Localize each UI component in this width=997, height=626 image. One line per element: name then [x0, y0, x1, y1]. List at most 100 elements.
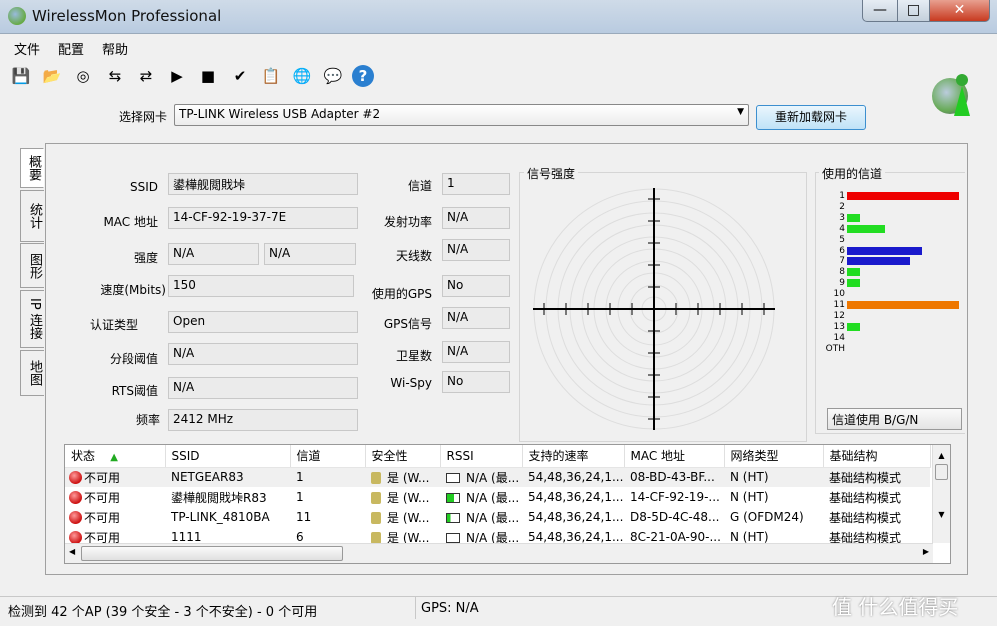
channel-label: 11 [833, 300, 845, 310]
ssid-label: SSID [129, 180, 158, 194]
cell-rates: 54,48,36,24,1... [522, 467, 624, 487]
table-row[interactable]: 不可用 鍙樺舰閲戝垰R83 1 是 (W... N/A (最... 54,48,36,24… [65, 487, 930, 507]
menu-help[interactable]: 帮助 [102, 39, 128, 58]
channel-bar-13 [847, 322, 860, 331]
status-ap-count: 检测到 42 个AP (39 个安全 - 3 个不安全) - 0 个可用 [8, 605, 318, 620]
menu-bar: 文件 配置 帮助 [0, 36, 997, 58]
channel-label: 7 [839, 256, 845, 267]
security-text: 是 (W... [387, 490, 430, 505]
close-button[interactable]: ✕ [929, 0, 990, 22]
status-bar: 检测到 42 个AP (39 个安全 - 3 个不安全) - 0 个可用 GPS… [0, 595, 997, 620]
column-header[interactable]: SSID [165, 445, 291, 468]
sort-ascending-icon: ▲ [107, 452, 118, 464]
folder-open-icon[interactable]: 📂 [41, 65, 63, 87]
column-header[interactable]: RSSI [440, 445, 523, 468]
channel-label: 6 [839, 245, 845, 256]
cell-infra: 基础结构模式 [823, 507, 930, 527]
clipboard-icon[interactable]: 📋 [260, 65, 282, 87]
table-row[interactable]: 不可用 TP-LINK_4810BA 11 是 (W... N/A (最... 54,48… [65, 507, 930, 527]
channel-bar-7 [847, 257, 910, 266]
table-row[interactable]: 不可用 NETGEAR83 1 是 (W... N/A (最... 54,48,36,24… [65, 467, 930, 487]
app-icon [8, 7, 26, 25]
chevron-down-icon: ▼ [737, 107, 744, 117]
network-disconnect-icon[interactable]: ⇄ [135, 65, 157, 87]
scroll-left-icon[interactable]: ◀ [69, 547, 75, 556]
info-bubble-icon[interactable]: 💬 [322, 65, 344, 87]
mac-text: 8C-21-0A-90-... [630, 530, 721, 544]
speed-label: 速度(Mbits) [100, 283, 166, 297]
cell-rssi: N/A (最... [440, 507, 522, 527]
target-icon[interactable]: ◎ [72, 65, 94, 87]
adapter-select[interactable]: TP-LINK Wireless USB Adapter #2 ▼ [174, 104, 749, 126]
column-header[interactable]: 安全性 [365, 445, 441, 468]
cell-channel: 1 [290, 487, 365, 507]
scroll-up-icon[interactable]: ▲ [933, 451, 950, 460]
channel-label: 13 [833, 321, 845, 332]
log-stop-icon[interactable]: ■ [197, 65, 219, 87]
rssi-bar-icon [446, 492, 460, 503]
scroll-down-icon[interactable]: ▼ [933, 510, 950, 519]
log-check-icon[interactable]: ✔ [229, 65, 251, 87]
wispy-value: No [442, 371, 510, 393]
column-header-label: 支持的速率 [528, 449, 589, 464]
log-play-icon[interactable]: ▶ [166, 65, 188, 87]
freq-label: 频率 [135, 413, 160, 427]
rssi-text: N/A (最... [466, 490, 520, 505]
menu-file[interactable]: 文件 [14, 39, 40, 58]
tab-summary[interactable]: 概要 [20, 148, 44, 188]
tab-map[interactable]: 地图 [20, 350, 44, 396]
channel-label: 14 [833, 332, 845, 343]
channel-label: 2 [839, 201, 845, 212]
column-header[interactable]: 基础结构 [823, 445, 931, 468]
column-header-label: 信道 [296, 449, 321, 464]
column-header-label: RSSI [446, 448, 474, 463]
type-text: N (HT) [730, 490, 769, 504]
horizontal-scrollbar[interactable]: ◀ ▶ [65, 543, 933, 563]
channel-label: 9 [839, 278, 845, 289]
gps-used-value: No [442, 275, 510, 297]
window-title: WirelessMon Professional [32, 7, 222, 25]
column-header[interactable]: 状态 ▲ [65, 445, 166, 468]
infra-text: 基础结构模式 [829, 470, 902, 485]
minimize-button[interactable]: — [862, 0, 898, 22]
help-icon[interactable]: ? [352, 65, 374, 87]
infra-text: 基础结构模式 [829, 490, 902, 505]
vertical-scroll-thumb[interactable] [935, 464, 948, 480]
reload-adapter-button[interactable]: 重新加载网卡 [756, 105, 866, 130]
column-header-label: SSID [171, 448, 200, 463]
save-icon[interactable]: 💾 [10, 65, 32, 87]
mac-value: 14-CF-92-19-37-7E [168, 207, 358, 229]
tab-ip-connections[interactable]: IP 连接 [20, 290, 44, 348]
tab-graph[interactable]: 图形 [20, 243, 44, 288]
column-header-label: 安全性 [371, 449, 408, 464]
menu-config[interactable]: 配置 [58, 39, 84, 58]
channel-bar-6 [847, 246, 922, 255]
column-header[interactable]: 支持的速率 [522, 445, 625, 468]
rates-text: 54,48,36,24,1... [528, 510, 624, 524]
tab-statistics[interactable]: 统计 [20, 190, 44, 242]
channel-label: 4 [839, 223, 845, 234]
column-header[interactable]: MAC 地址 [624, 445, 725, 468]
scroll-right-icon[interactable]: ▶ [923, 547, 929, 556]
vertical-scrollbar[interactable]: ▲ ▼ [932, 445, 950, 543]
channel-band-select[interactable]: 信道使用 B/G/N [827, 408, 962, 430]
cell-infra: 基础结构模式 [823, 467, 930, 487]
rssi-text: N/A (最... [466, 470, 520, 485]
horizontal-scroll-thumb[interactable] [81, 546, 343, 561]
channel-bar-11 [847, 301, 959, 309]
cell-ssid: 鍙樺舰閲戝垰R83 [165, 487, 290, 507]
title-bar: WirelessMon Professional — □ ✕ [0, 0, 997, 34]
cell-rates: 54,48,36,24,1... [522, 487, 624, 507]
network-connect-icon[interactable]: ⇆ [104, 65, 126, 87]
mac-text: 14-CF-92-19-... [630, 490, 720, 504]
column-header[interactable]: 信道 [290, 445, 366, 468]
cell-type: N (HT) [724, 467, 823, 487]
maximize-button[interactable]: □ [897, 0, 930, 22]
cell-mac: D8-5D-4C-48... [624, 507, 724, 527]
globe-icon[interactable]: 🌐 [291, 65, 313, 87]
cell-channel: 11 [290, 507, 365, 527]
column-header[interactable]: 网络类型 [724, 445, 824, 468]
strength-value-2: N/A [264, 243, 356, 265]
channel-label: 10 [833, 289, 845, 300]
cell-channel: 1 [290, 467, 365, 487]
